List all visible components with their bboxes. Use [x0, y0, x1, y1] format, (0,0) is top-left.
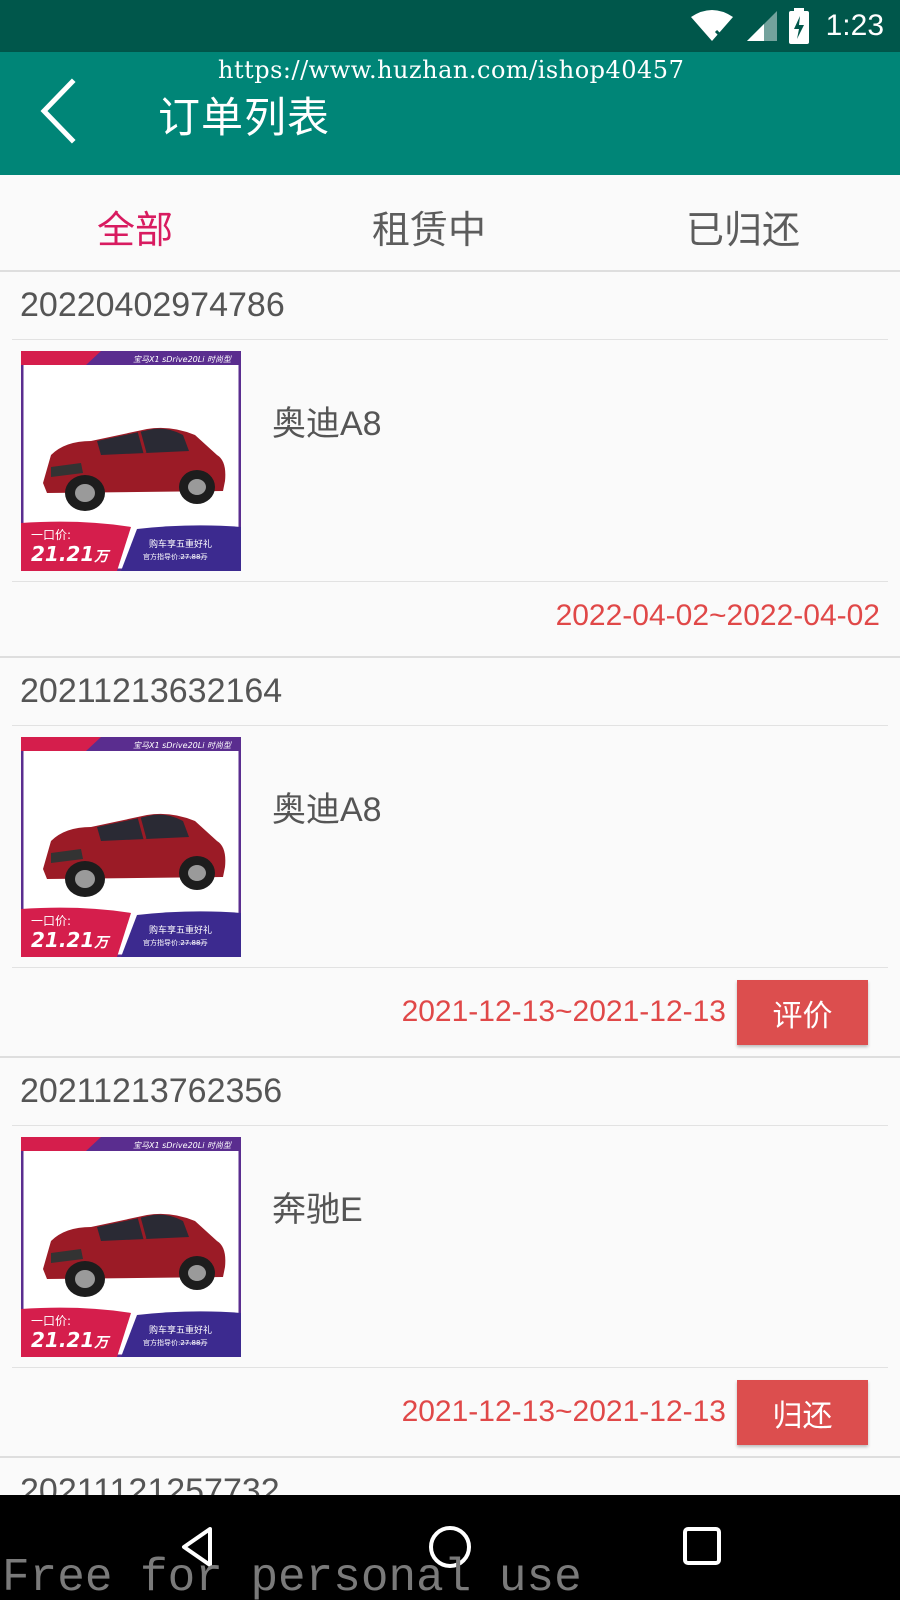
free-use-watermark: Free for personal use [2, 1552, 582, 1600]
status-icons: 1:23 [690, 0, 884, 52]
nav-recents-icon[interactable] [673, 1517, 733, 1577]
divider [12, 581, 888, 582]
watermark-url: https://www.huzhan.com/ishop40457 [218, 56, 685, 84]
divider [12, 967, 888, 968]
price-label: 一口价: [31, 914, 71, 928]
car-name: 奥迪A8 [272, 405, 382, 443]
back-arrow-icon [40, 78, 76, 144]
back-button[interactable] [38, 78, 80, 144]
order-card[interactable]: 20211213632164 宝马X1 sDrive20Li 时尚型 一口价: 21… [0, 658, 900, 1058]
price-label: 一口价: [31, 528, 71, 542]
wifi-icon [690, 10, 733, 41]
order-number: 20220402974786 [20, 286, 285, 324]
divider [12, 1125, 888, 1126]
order-number: 20211213762356 [20, 1072, 283, 1110]
review-button[interactable]: 评价 [737, 980, 868, 1045]
car-name: 奔驰E [272, 1191, 363, 1229]
price-label: 一口价: [31, 1314, 71, 1328]
tab-renting[interactable]: 租赁中 [372, 199, 486, 254]
msrp-text: 官方指导价:27.88万 [143, 938, 207, 947]
divider [12, 725, 888, 726]
tab-bar: 全部 租赁中 已归还 [0, 175, 900, 272]
gift-text: 购车享五重好礼 [149, 538, 212, 550]
car-image: 宝马X1 sDrive20Li 时尚型一口价:21.21万购车享五重好礼官方指导… [21, 1137, 241, 1357]
signal-icon [746, 11, 777, 41]
status-time: 1:23 [825, 9, 884, 42]
divider [12, 1367, 888, 1368]
order-card[interactable]: 20211213762356 宝马X1 sDrive20Li 时尚型 一口价: 21… [0, 1058, 900, 1458]
tab-all[interactable]: 全部 [97, 199, 173, 254]
tab-returned[interactable]: 已归还 [686, 199, 800, 254]
rental-date-range: 2021-12-13~2021-12-13 [401, 1395, 726, 1428]
car-image: 宝马X1 sDrive20Li 时尚型一口价:21.21万购车享五重好礼官方指导… [21, 351, 241, 571]
msrp-text: 官方指导价:27.88万 [143, 1338, 207, 1347]
car-image: 宝马X1 sDrive20Li 时尚型一口价:21.21万购车享五重好礼官方指导… [21, 737, 241, 957]
msrp-text: 官方指导价:27.88万 [143, 552, 207, 561]
app-bar: https://www.huzhan.com/ishop40457 订单列表 [0, 52, 900, 175]
rental-date-range: 2022-04-02~2022-04-02 [555, 599, 880, 632]
return-button[interactable]: 归还 [737, 1380, 868, 1445]
car-thumbnail[interactable]: 宝马X1 sDrive20Li 时尚型 一口价: 21.21万 购车享五重好礼 官方指导… [21, 737, 241, 957]
divider [12, 339, 888, 340]
gift-text: 购车享五重好礼 [149, 924, 212, 936]
battery-icon [788, 8, 809, 44]
order-card[interactable]: 20220402974786 宝马X1 sDrive20Li 时尚型 一口价: 21… [0, 272, 900, 658]
order-card[interactable]: 20211121257732 [0, 1458, 900, 1498]
order-number: 20211213632164 [20, 672, 283, 710]
ad-header-text: 宝马X1 sDrive20Li 时尚型 [133, 1141, 232, 1150]
car-thumbnail[interactable]: 宝马X1 sDrive20Li 时尚型 一口价: 21.21万 购车享五重好礼 官方指导… [21, 351, 241, 571]
rental-date-range: 2021-12-13~2021-12-13 [401, 995, 726, 1028]
gift-text: 购车享五重好礼 [149, 1324, 212, 1336]
car-thumbnail[interactable]: 宝马X1 sDrive20Li 时尚型 一口价: 21.21万 购车享五重好礼 官方指导… [21, 1137, 241, 1357]
ad-header-text: 宝马X1 sDrive20Li 时尚型 [133, 741, 232, 750]
page-title: 订单列表 [158, 93, 331, 142]
ad-header-text: 宝马X1 sDrive20Li 时尚型 [133, 355, 232, 364]
status-bar: 1:23 [0, 0, 900, 52]
car-name: 奥迪A8 [272, 791, 382, 829]
